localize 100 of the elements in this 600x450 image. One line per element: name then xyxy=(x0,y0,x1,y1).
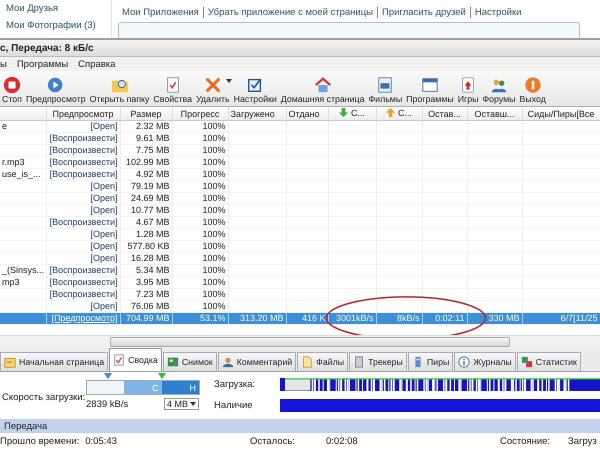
toolbar-button[interactable]: Программы xyxy=(404,76,456,104)
table-cell: 416 K xyxy=(302,313,326,323)
table-cell: 100% xyxy=(202,229,226,239)
preview-link[interactable]: [Воспроизвести] xyxy=(50,265,118,275)
window-title: с, Передача: 8 кБ/с xyxy=(0,42,94,54)
scrollbar-thumb[interactable] xyxy=(110,337,510,347)
table-cell: 79.19 MB xyxy=(130,181,170,191)
table-cell: r.mp3 xyxy=(2,157,25,167)
toolbar-button[interactable]: Стоп xyxy=(0,76,24,104)
speed-value: 2839 kB/s xyxy=(86,398,128,410)
table-cell: 100% xyxy=(202,301,226,311)
table-cell: 100% xyxy=(202,169,226,179)
toolbar-button[interactable]: Игры xyxy=(456,76,480,104)
preview-link[interactable]: [Воспроизвести] xyxy=(50,133,118,143)
preview-link[interactable]: [Open] xyxy=(90,205,118,215)
table-cell: 102.99 MB xyxy=(126,157,170,167)
menu-item[interactable]: Справка xyxy=(78,58,116,70)
field-label: Состояние: xyxy=(500,436,552,447)
availability-label: Наличие xyxy=(214,400,254,411)
caret-icon xyxy=(190,402,196,406)
preview-link[interactable]: [Open] xyxy=(90,229,118,239)
tab[interactable]: Комментарий xyxy=(218,352,296,371)
tab[interactable]: Сводка xyxy=(109,348,162,371)
tab[interactable]: Пиры xyxy=(408,352,454,371)
tab[interactable]: Статистик xyxy=(516,352,581,371)
preview-link[interactable]: [Open] xyxy=(90,121,118,131)
preview-link[interactable]: [Воспроизвести] xyxy=(50,169,118,179)
toolbar-button[interactable]: Предпросмотр xyxy=(24,76,88,104)
slider-label: C xyxy=(152,382,159,392)
preview-link[interactable]: [Воспроизвести] xyxy=(50,145,118,155)
field-value: Загруз xyxy=(568,436,597,447)
toolbar-button[interactable]: Фильмы xyxy=(366,76,404,104)
table-cell: 16.28 MB xyxy=(130,253,170,263)
field-label: Осталось: xyxy=(250,436,296,447)
field-label: Прошло времени: xyxy=(0,436,80,447)
toolbar-button[interactable]: Удалить xyxy=(194,76,232,104)
preview-link[interactable]: [Open] xyxy=(90,301,118,311)
table-cell: 6/7[11/25 xyxy=(560,313,598,323)
table-cell: 53.1% xyxy=(200,313,226,323)
table-cell: 704.99 MB xyxy=(126,313,170,323)
table-cell: 1.28 MB xyxy=(136,229,170,239)
tab[interactable]: Трекеры xyxy=(349,352,407,371)
table-cell: 100% xyxy=(202,157,226,167)
table-cell: 3001kB/s xyxy=(336,313,374,323)
table-cell: 0:02:11 xyxy=(435,313,464,323)
table-cell: 100% xyxy=(202,133,226,143)
toolbar-button[interactable]: Свойства xyxy=(151,76,194,104)
toolbar-button[interactable]: Настройки xyxy=(232,76,279,104)
toolbar-button[interactable]: Домашняя страница xyxy=(278,76,366,104)
table-cell: use_is_... xyxy=(2,169,41,179)
tab[interactable]: Файлы xyxy=(297,352,348,371)
field-value: 0:05:43 xyxy=(85,436,117,447)
table-cell: 100% xyxy=(202,121,226,131)
down-arrow-icon xyxy=(338,108,348,118)
table-cell: 2.32 MB xyxy=(136,121,170,131)
menu-item[interactable]: Программы xyxy=(16,58,68,70)
table-cell: 76.06 MB xyxy=(130,301,170,311)
toolbar-button[interactable]: Открыть папку xyxy=(88,76,152,104)
preview-link[interactable]: [Воспроизвести] xyxy=(50,277,118,287)
toolbar-button[interactable]: Выход xyxy=(518,76,548,104)
sidebar-link[interactable]: Мои Фотографии (3) xyxy=(6,20,111,31)
table-cell: mp3 xyxy=(2,277,20,287)
preview-link[interactable]: [Воспроизвести] xyxy=(50,289,118,299)
speed-label: Скорость загрузки: xyxy=(2,392,86,403)
table-cell: 5.34 MB xyxy=(136,265,170,275)
up-arrow-icon xyxy=(386,108,395,118)
tab[interactable]: Журналы xyxy=(454,352,516,371)
nav-link[interactable]: Пригласить друзей xyxy=(377,7,470,18)
table-cell: 4.67 MB xyxy=(136,217,170,227)
window-icon xyxy=(420,76,439,94)
nav-link[interactable]: Мои Приложения xyxy=(118,7,203,18)
field-value: 0:02:08 xyxy=(326,436,358,447)
nav-link[interactable]: Настройки xyxy=(470,7,526,18)
house-icon xyxy=(314,76,332,94)
preview-link[interactable]: [Воспроизвести] xyxy=(50,157,118,167)
info-icon xyxy=(458,356,470,368)
cache-dropdown[interactable]: 4 MB xyxy=(164,398,199,410)
tab[interactable]: Начальная страница xyxy=(0,352,108,371)
table-cell: 4.92 MB xyxy=(136,169,170,179)
preview-link[interactable]: [Open] xyxy=(90,193,118,203)
page-icon xyxy=(4,356,16,368)
toolbar-button[interactable]: Форумы xyxy=(480,76,518,104)
menu-item[interactable]: ы xyxy=(0,58,7,70)
caret-icon xyxy=(226,79,232,83)
file-icon xyxy=(301,356,314,368)
table-cell: 100% xyxy=(202,277,226,287)
preview-link[interactable]: [Open] xyxy=(90,241,118,251)
nav-link[interactable]: Убрать приложение с моей страницы xyxy=(202,7,378,18)
preview-link[interactable]: [Воспроизвести] xyxy=(50,217,118,227)
slider-label: H xyxy=(189,382,196,392)
table-cell: 100% xyxy=(202,205,226,215)
preview-link[interactable]: [Open] xyxy=(90,181,118,191)
table-cell: 577.80 KB xyxy=(127,241,170,251)
table-cell: 100% xyxy=(202,145,226,155)
table-cell: 100% xyxy=(202,289,226,299)
tab[interactable]: Снимок xyxy=(162,352,217,371)
table-cell: 9.61 MB xyxy=(136,133,170,143)
sidebar-link[interactable]: Мои Друзья xyxy=(6,3,111,14)
download-label: Загрузка: xyxy=(214,379,256,390)
preview-link[interactable]: [Open] xyxy=(90,253,118,263)
